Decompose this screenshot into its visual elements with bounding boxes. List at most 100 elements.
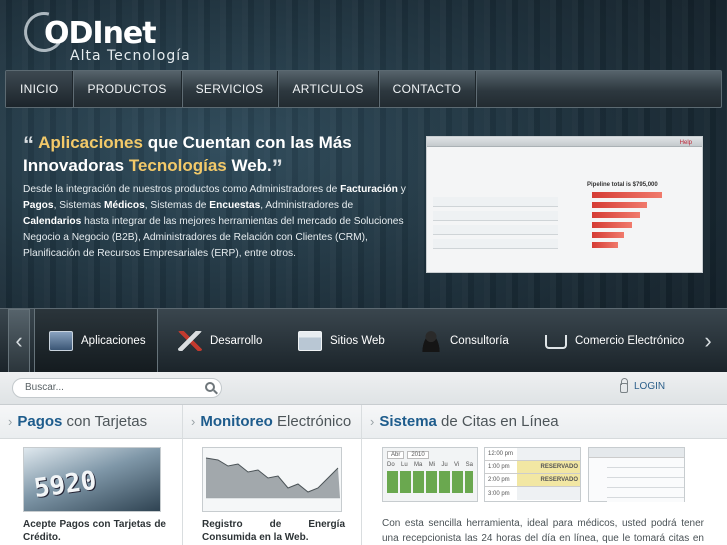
schedule-row: 1:00 pm RESERVADO	[485, 461, 580, 474]
calendar-day: Sa	[465, 462, 473, 468]
schedule-slot	[517, 487, 580, 500]
chevron-right-icon: ›	[8, 414, 13, 429]
schedule-row: 3:00 pm	[485, 487, 580, 500]
screenshot-row	[433, 225, 558, 235]
carousel-item-label: Desarrollo	[210, 335, 263, 347]
screenshot-bar	[592, 222, 632, 228]
hero-title: “ Aplicaciones que Cuentan con las Más I…	[23, 132, 403, 180]
hero-text-part: Desde la integración de nuestros product…	[23, 184, 341, 195]
column-title: Sistema de Citas en Línea	[379, 413, 558, 430]
site-header: ODInet Alta Tecnología INICIO PRODUCTOS …	[0, 0, 727, 373]
screenshot-toolbar	[427, 137, 702, 147]
lock-icon	[620, 377, 628, 393]
schedule-slot-reserved: RESERVADO	[517, 461, 580, 473]
person-icon	[420, 330, 442, 352]
carousel-item-label: Consultoría	[450, 335, 509, 347]
column-title-highlight: Sistema	[379, 413, 437, 430]
nav-item-servicios[interactable]: SERVICIOS	[182, 71, 279, 107]
monitoring-chart-image[interactable]	[202, 447, 342, 512]
open-quote: “	[23, 132, 34, 157]
schedule-time: 1:00 pm	[488, 464, 510, 470]
hero-text-bold: Médicos	[103, 200, 145, 211]
search-icon[interactable]	[205, 382, 215, 392]
login-link[interactable]: LOGIN	[620, 377, 666, 393]
site-logo[interactable]: ODInet Alta Tecnología	[16, 4, 194, 64]
website-icon	[298, 331, 322, 351]
day-view-widget-image[interactable]	[588, 447, 685, 502]
hero-description: Desde la integración de nuestros product…	[23, 182, 413, 262]
tools-icon	[178, 331, 202, 351]
schedule-time: 12:00 pm	[488, 451, 514, 457]
calendar-month: Abr	[387, 451, 405, 459]
search-input[interactable]: Buscar...	[12, 378, 222, 398]
chevron-right-icon: ›	[370, 414, 375, 429]
carousel-item-label: Comercio Electrónico	[575, 335, 685, 347]
logo-name: ODInet	[44, 16, 157, 51]
schedule-row: 12:00 pm	[485, 448, 580, 461]
services-carousel: ‹ Aplicaciones Desarrollo Sitios Web Con…	[0, 308, 727, 373]
schedule-row: 2:00 pm RESERVADO	[485, 474, 580, 487]
column-title-highlight: Monitoreo	[200, 413, 273, 430]
cart-icon	[545, 335, 567, 349]
nav-item-inicio[interactable]: INICIO	[6, 71, 74, 107]
hero-title-end: Web.	[226, 156, 272, 175]
schedule-time: 2:00 pm	[488, 477, 510, 483]
calendar-day: Mi	[428, 462, 436, 468]
calendar-header: Abr 2010	[383, 448, 477, 462]
screenshot-row	[433, 239, 558, 249]
monitoring-chart-graphic	[203, 448, 341, 511]
day-view-grid	[607, 458, 684, 502]
main-nav: INICIO PRODUCTOS SERVICIOS ARTICULOS CON…	[5, 70, 722, 108]
hero-text-part: , Sistemas de	[144, 200, 210, 211]
calendar-day: Ju	[441, 462, 448, 468]
hero-text-part: y	[397, 184, 406, 195]
hero-title-highlight-2: Tecnologías	[128, 156, 227, 175]
screenshot-bar	[592, 212, 640, 218]
login-label: LOGIN	[634, 381, 666, 392]
calendar-year: 2010	[407, 451, 429, 459]
column-header-sistema-citas[interactable]: › Sistema de Citas en Línea	[362, 405, 727, 439]
column-header-pagos[interactable]: › Pagos con Tarjetas	[0, 405, 182, 439]
card-text-citas: Con esta sencilla herramienta, ideal par…	[382, 518, 704, 544]
hero-title-highlight-1: Aplicaciones	[38, 133, 143, 152]
calendar-day: Vi	[454, 462, 460, 468]
hero-text-part: hasta integrar de las mejores herramient…	[23, 216, 404, 259]
carousel-item-label: Sitios Web	[330, 335, 385, 347]
calendar-day: Do	[387, 462, 395, 468]
chevron-right-icon: ›	[191, 414, 196, 429]
carousel-item-label: Aplicaciones	[81, 335, 146, 347]
column-title-rest: Electrónico	[272, 413, 352, 430]
screenshot-bar	[592, 242, 618, 248]
hero-text-part: , Administradores de	[260, 200, 354, 211]
card-text-monitoreo: Registro de Energía Consumida en la Web.	[202, 519, 345, 543]
chevron-right-icon[interactable]: ›	[697, 309, 719, 373]
logo-tagline: Alta Tecnología	[70, 48, 191, 64]
card-text-pagos: Acepte Pagos con Tarjetas de Crédito.	[23, 519, 166, 543]
screenshot-row	[433, 211, 558, 221]
schedule-widget-image[interactable]: 12:00 pm 1:00 pm RESERVADO 2:00 pm RESERVA…	[484, 447, 581, 502]
nav-item-contacto[interactable]: CONTACTO	[379, 71, 477, 107]
carousel-item-desarrollo[interactable]: Desarrollo	[178, 309, 262, 373]
credit-card-image[interactable]: 5920	[23, 447, 161, 512]
chevron-left-icon[interactable]: ‹	[8, 309, 30, 373]
nav-item-articulos[interactable]: ARTICULOS	[278, 71, 379, 107]
day-view-header	[589, 448, 684, 458]
calendar-grid	[387, 471, 473, 493]
carousel-item-sitios-web[interactable]: Sitios Web	[298, 309, 385, 373]
calendar-weekdays: Do Lu Ma Mi Ju Vi Sa	[383, 462, 477, 468]
schedule-time: 3:00 pm	[488, 490, 510, 497]
hero-text-part: , Sistemas	[53, 200, 104, 211]
carousel-item-comercio-electronico[interactable]: Comercio Electrónico	[545, 309, 684, 373]
screenshot-bar	[592, 202, 647, 208]
screenshot-chart-title: Pipeline total is $795,000	[587, 182, 658, 188]
column-title-rest: con Tarjetas	[62, 413, 148, 430]
column-header-monitoreo[interactable]: › Monitoreo Electrónico	[183, 405, 361, 439]
nav-item-productos[interactable]: PRODUCTOS	[73, 71, 182, 107]
close-quote: ”	[271, 155, 283, 180]
carousel-item-aplicaciones[interactable]: Aplicaciones	[34, 309, 158, 373]
carousel-item-consultoria[interactable]: Consultoría	[420, 309, 509, 373]
calendar-day: Ma	[414, 462, 423, 468]
hero-text-bold: Facturación	[340, 184, 398, 195]
calendar-widget-image[interactable]: Abr 2010 Do Lu Ma Mi Ju Vi Sa	[382, 447, 478, 502]
column-title: Pagos con Tarjetas	[17, 413, 147, 430]
